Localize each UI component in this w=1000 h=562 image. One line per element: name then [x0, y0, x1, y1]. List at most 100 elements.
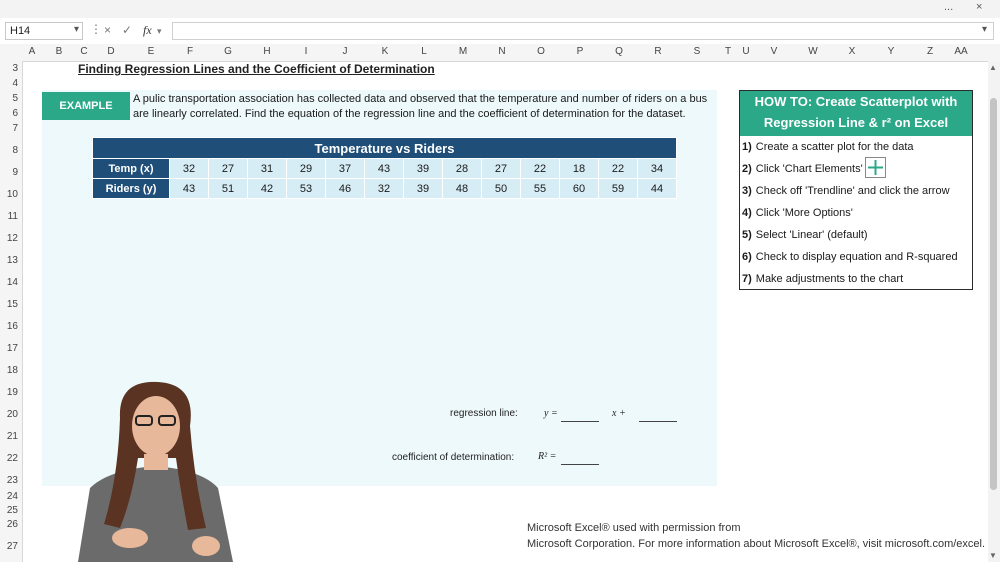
- row-header[interactable]: 8: [0, 145, 18, 156]
- scrollbar-thumb[interactable]: [990, 98, 997, 490]
- step-number: 6): [742, 251, 752, 263]
- step-text: Check off 'Trendline' and click the arro…: [755, 185, 950, 197]
- table-cell[interactable]: 46: [325, 178, 365, 199]
- chevron-down-icon[interactable]: ▾: [74, 24, 79, 35]
- column-header[interactable]: P: [577, 46, 584, 57]
- table-cell[interactable]: 28: [442, 158, 482, 179]
- name-box[interactable]: H14 ▾: [5, 22, 83, 40]
- row-header[interactable]: 22: [0, 453, 18, 464]
- column-header[interactable]: S: [694, 46, 701, 57]
- more-icon[interactable]: ...: [944, 1, 953, 13]
- row-header[interactable]: 13: [0, 255, 18, 266]
- table-cell[interactable]: 39: [403, 178, 443, 199]
- r-squared-blank[interactable]: [561, 463, 599, 465]
- row-header[interactable]: 5: [0, 93, 18, 104]
- table-cell[interactable]: 39: [403, 158, 443, 179]
- table-cell[interactable]: 44: [637, 178, 677, 199]
- row-header[interactable]: 7: [0, 123, 18, 134]
- column-header[interactable]: B: [56, 46, 63, 57]
- column-header[interactable]: Q: [615, 46, 623, 57]
- table-cell[interactable]: 22: [598, 158, 638, 179]
- column-header[interactable]: J: [343, 46, 348, 57]
- cancel-icon[interactable]: ×: [104, 23, 111, 37]
- row-header[interactable]: 27: [0, 541, 18, 552]
- expand-formula-icon[interactable]: ▾: [982, 24, 987, 35]
- table-cell[interactable]: 32: [169, 158, 209, 179]
- scroll-down-icon[interactable]: ▼: [989, 551, 997, 560]
- column-header[interactable]: W: [808, 46, 817, 57]
- row-header[interactable]: 3: [0, 63, 18, 74]
- row-header[interactable]: 25: [0, 505, 18, 516]
- table-cell[interactable]: 53: [286, 178, 326, 199]
- column-header[interactable]: O: [537, 46, 545, 57]
- column-header[interactable]: X: [849, 46, 856, 57]
- row-header[interactable]: 21: [0, 431, 18, 442]
- row-header[interactable]: 12: [0, 233, 18, 244]
- table-cell[interactable]: 27: [481, 158, 521, 179]
- row-header[interactable]: 23: [0, 475, 18, 486]
- howto-step: 5) Select 'Linear' (default): [742, 229, 868, 241]
- row-header[interactable]: 19: [0, 387, 18, 398]
- column-header[interactable]: A: [29, 46, 36, 57]
- row-header[interactable]: 10: [0, 189, 18, 200]
- intercept-blank[interactable]: [639, 420, 677, 422]
- row-header[interactable]: 26: [0, 519, 18, 530]
- column-header[interactable]: N: [498, 46, 505, 57]
- column-header[interactable]: H: [263, 46, 270, 57]
- insert-function-icon[interactable]: fx: [143, 23, 152, 38]
- row-header[interactable]: 17: [0, 343, 18, 354]
- row-header[interactable]: 20: [0, 409, 18, 420]
- table-cell[interactable]: 32: [364, 178, 404, 199]
- table-cell[interactable]: 27: [208, 158, 248, 179]
- column-header[interactable]: C: [80, 46, 87, 57]
- table-cell[interactable]: 59: [598, 178, 638, 199]
- column-header[interactable]: R: [654, 46, 661, 57]
- column-header[interactable]: Z: [927, 46, 933, 57]
- row-header[interactable]: 24: [0, 491, 18, 502]
- column-header[interactable]: G: [224, 46, 232, 57]
- table-cell[interactable]: 43: [364, 158, 404, 179]
- column-header[interactable]: D: [107, 46, 114, 57]
- column-header[interactable]: L: [421, 46, 427, 57]
- enter-icon[interactable]: ✓: [122, 23, 132, 37]
- row-header[interactable]: 16: [0, 321, 18, 332]
- table-cell[interactable]: 37: [325, 158, 365, 179]
- slope-blank[interactable]: [561, 420, 599, 422]
- table-cell[interactable]: 51: [208, 178, 248, 199]
- table-cell[interactable]: 22: [520, 158, 560, 179]
- formula-input[interactable]: [172, 22, 994, 40]
- table-cell[interactable]: 31: [247, 158, 287, 179]
- table-cell[interactable]: 50: [481, 178, 521, 199]
- column-header[interactable]: T: [725, 46, 731, 57]
- table-cell[interactable]: 34: [637, 158, 677, 179]
- chevron-down-icon[interactable]: ▾: [157, 26, 162, 37]
- column-header[interactable]: K: [382, 46, 389, 57]
- column-header[interactable]: Y: [888, 46, 895, 57]
- table-cell[interactable]: 42: [247, 178, 287, 199]
- column-header[interactable]: E: [148, 46, 155, 57]
- row-header[interactable]: 6: [0, 108, 18, 119]
- scroll-up-icon[interactable]: ▲: [989, 63, 997, 72]
- page-title: Finding Regression Lines and the Coeffic…: [78, 62, 435, 76]
- credit-text: Microsoft Excel® used with permission fr…: [527, 520, 985, 552]
- table-cell[interactable]: 43: [169, 178, 209, 199]
- row-header[interactable]: 14: [0, 277, 18, 288]
- row-header[interactable]: 15: [0, 299, 18, 310]
- table-cell[interactable]: 29: [286, 158, 326, 179]
- table-cell[interactable]: 60: [559, 178, 599, 199]
- column-header[interactable]: M: [459, 46, 467, 57]
- row-header[interactable]: 11: [0, 211, 18, 222]
- row-header[interactable]: 4: [0, 78, 18, 89]
- column-header[interactable]: F: [187, 46, 193, 57]
- row-header[interactable]: 9: [0, 167, 18, 178]
- close-icon[interactable]: ×: [976, 1, 982, 13]
- table-cell[interactable]: 55: [520, 178, 560, 199]
- column-header[interactable]: U: [742, 46, 749, 57]
- row-header[interactable]: 18: [0, 365, 18, 376]
- column-header[interactable]: I: [305, 46, 308, 57]
- table-cell[interactable]: 18: [559, 158, 599, 179]
- column-header[interactable]: V: [771, 46, 778, 57]
- options-icon[interactable]: ⋮: [90, 22, 102, 36]
- column-header[interactable]: AA: [954, 46, 967, 57]
- table-cell[interactable]: 48: [442, 178, 482, 199]
